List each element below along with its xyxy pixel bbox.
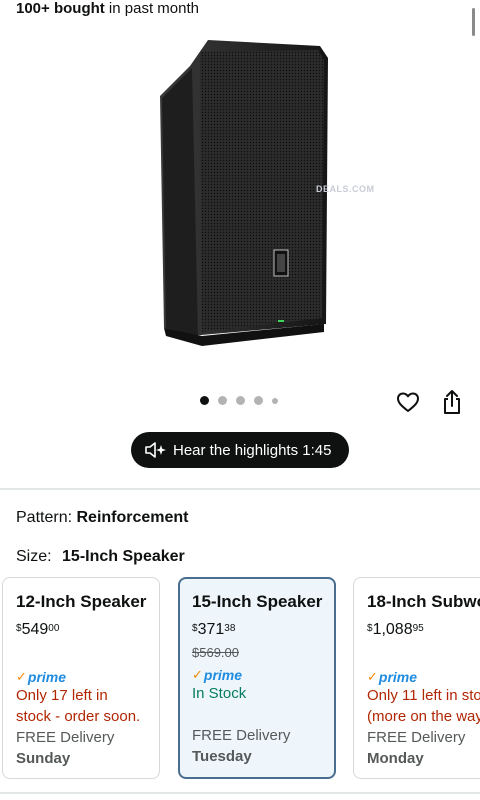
- price-whole: 1,088: [372, 621, 413, 638]
- carousel-dot[interactable]: [236, 396, 245, 405]
- delivery-label: FREE Delivery: [16, 729, 115, 746]
- prime-label: prime: [378, 669, 418, 685]
- price-fraction: 00: [48, 623, 60, 634]
- check-icon: ✓: [192, 667, 203, 682]
- price-whole: 549: [21, 621, 49, 638]
- image-watermark: DEALS.COM: [316, 184, 375, 194]
- price-currency: $: [16, 623, 22, 634]
- hear-highlights-label: Hear the highlights 1:45: [173, 441, 332, 459]
- pattern-selector: Pattern: Reinforcement: [16, 508, 189, 528]
- price-currency: $: [367, 623, 373, 634]
- stock-status: Only 17 left in: [16, 687, 108, 704]
- carousel-dot[interactable]: [272, 397, 278, 404]
- prime-badge: ✓ prime: [16, 669, 159, 685]
- pattern-value: Reinforcement: [76, 509, 189, 526]
- pattern-label: Pattern:: [16, 509, 73, 526]
- carousel-dot[interactable]: [200, 396, 209, 405]
- check-icon: ✓: [367, 669, 378, 684]
- image-carousel-dots[interactable]: [200, 396, 278, 405]
- size-label: Size:: [16, 548, 52, 565]
- prime-badge: ✓ prime: [367, 669, 480, 685]
- size-option-18-inch[interactable]: 18-Inch Subwoofer $1,08895 ✓prime Only 1…: [353, 577, 480, 779]
- carousel-dot[interactable]: [218, 396, 227, 405]
- bought-count: 100+ bought: [16, 0, 105, 17]
- stock-status: Only 11 left in stock: [367, 687, 480, 704]
- prime-label: prime: [27, 669, 67, 685]
- scroll-indicator: [472, 8, 475, 36]
- carousel-dot[interactable]: [254, 396, 263, 405]
- share-icon[interactable]: [440, 389, 464, 415]
- heart-icon[interactable]: [396, 390, 420, 414]
- list-price: $569.00: [192, 645, 239, 660]
- size-selector: Size: 15-Inch Speaker: [16, 547, 185, 567]
- price-whole: 371: [197, 621, 225, 638]
- option-title: 15-Inch Speaker: [192, 592, 323, 611]
- option-price: $1,08895: [367, 621, 480, 639]
- stock-status-detail: stock - order soon.: [16, 708, 141, 725]
- stock-status-detail: [192, 704, 334, 725]
- speaker-sparkle-icon: [145, 442, 166, 458]
- stock-status-detail: (more on the way).: [367, 708, 480, 725]
- product-image[interactable]: [150, 36, 340, 356]
- delivery-day: Monday: [367, 750, 424, 767]
- hear-highlights-button[interactable]: Hear the highlights 1:45: [131, 432, 349, 468]
- delivery-label: FREE Delivery: [192, 727, 291, 744]
- size-option-12-inch[interactable]: 12-Inch Speaker $54900 ✓ prime Only 17 le…: [2, 577, 160, 779]
- option-price: $37138: [192, 621, 334, 639]
- size-value: 15-Inch Speaker: [62, 548, 185, 565]
- prime-label: prime: [203, 667, 243, 683]
- price-fraction: 38: [224, 623, 236, 634]
- section-divider: [0, 488, 480, 490]
- stock-status: In Stock: [192, 685, 247, 702]
- delivery-day: Tuesday: [192, 748, 252, 765]
- option-title: 12-Inch Speaker: [16, 592, 147, 611]
- prime-badge: ✓ prime: [192, 667, 334, 683]
- option-price: $54900: [16, 621, 159, 639]
- delivery-day: Sunday: [16, 750, 71, 767]
- bottom-divider: [0, 792, 480, 794]
- size-option-15-inch[interactable]: 15-Inch Speaker $37138 $569.00 ✓ prime In…: [178, 577, 336, 779]
- bought-in-past-month: 100+ bought in past month: [16, 0, 199, 18]
- delivery-label: FREE Delivery: [367, 729, 466, 746]
- option-title: 18-Inch Subwoofer: [367, 592, 480, 611]
- check-icon: ✓: [16, 669, 27, 684]
- bought-suffix: in past month: [104, 0, 199, 17]
- price-currency: $: [192, 623, 198, 634]
- price-fraction: 95: [412, 623, 424, 634]
